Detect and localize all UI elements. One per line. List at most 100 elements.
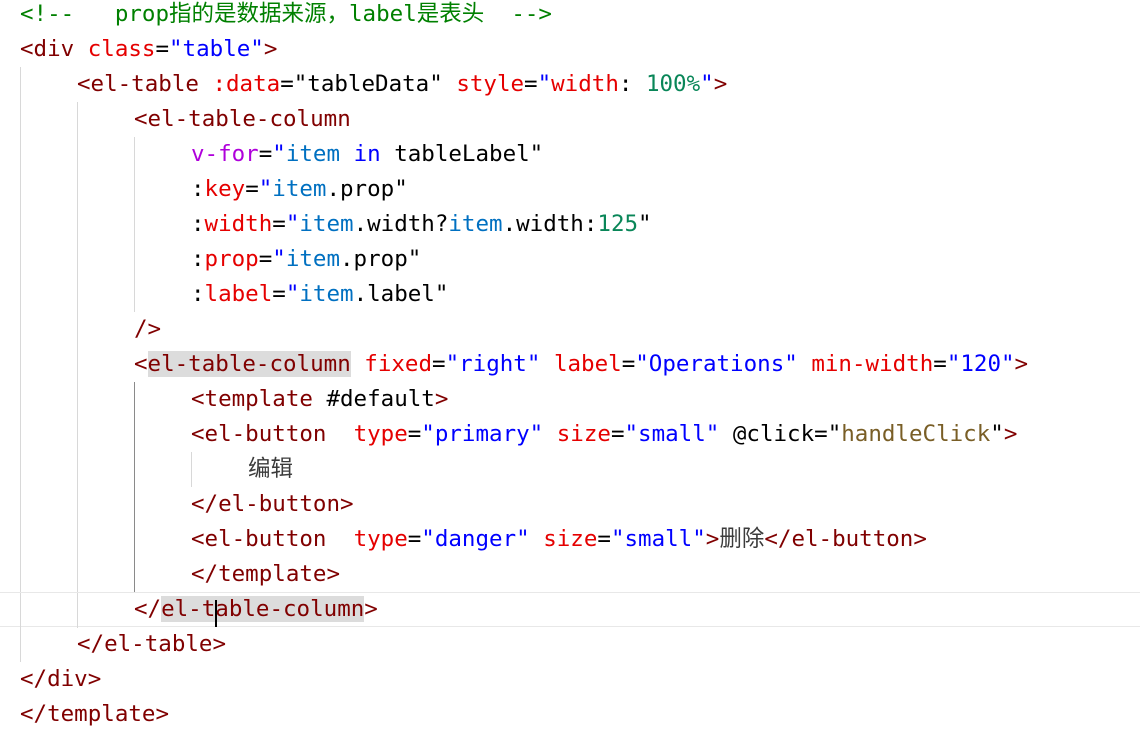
code-token: item bbox=[272, 176, 327, 202]
code-text: 编辑 bbox=[248, 452, 293, 487]
code-token: : bbox=[191, 211, 205, 237]
code-line[interactable]: </el-table> bbox=[0, 627, 1140, 662]
code-token: item bbox=[299, 281, 354, 307]
code-line[interactable]: /> bbox=[0, 312, 1140, 347]
code-line[interactable]: </el-button> bbox=[0, 487, 1140, 522]
code-line[interactable]: </div> bbox=[0, 662, 1140, 697]
indent-guide bbox=[77, 593, 78, 628]
indent-guide bbox=[191, 452, 192, 487]
code-text: /> bbox=[134, 312, 161, 347]
code-token: able-column bbox=[215, 596, 365, 627]
code-token: : bbox=[191, 281, 205, 307]
code-line[interactable]: </template> bbox=[0, 557, 1140, 592]
code-line[interactable]: </template> bbox=[0, 697, 1140, 732]
indent-guide bbox=[77, 207, 78, 242]
indent-guide bbox=[77, 102, 78, 137]
code-token: el-button bbox=[791, 526, 914, 552]
code-line[interactable]: <el-table-column bbox=[0, 102, 1140, 137]
code-token: < bbox=[191, 526, 205, 552]
code-text: <el-table :data="tableData" style="width… bbox=[77, 67, 727, 102]
code-text: <el-table-column fixed="right" label="Op… bbox=[134, 347, 1028, 382]
code-token: width bbox=[551, 71, 619, 97]
indent-guide bbox=[20, 242, 21, 277]
code-token: = bbox=[407, 526, 422, 552]
code-token: > bbox=[155, 701, 170, 727]
code-token: > bbox=[212, 631, 227, 657]
indent-guide bbox=[134, 207, 135, 242]
code-token: "danger" bbox=[421, 526, 530, 552]
indent-guide bbox=[77, 417, 78, 452]
code-token: prop指的是数据来源，label是表头 bbox=[74, 1, 485, 27]
code-token: = bbox=[272, 281, 286, 307]
code-token: el-table bbox=[104, 631, 213, 657]
code-token: " bbox=[407, 246, 422, 272]
code-line[interactable]: :width="item.width?item.width:125" bbox=[0, 207, 1140, 242]
code-line[interactable]: </el-table-column > bbox=[0, 592, 1140, 628]
code-token: el-table-column bbox=[147, 351, 351, 377]
code-line[interactable]: :label="item.label" bbox=[0, 277, 1140, 312]
code-text: <el-button type="primary" size="small" @… bbox=[191, 417, 1017, 452]
code-line[interactable]: v-for="item in tableLabel" bbox=[0, 137, 1140, 172]
code-line[interactable]: :key="item.prop" bbox=[0, 172, 1140, 207]
code-text: <!-- prop指的是数据来源，label是表头 --> bbox=[20, 0, 552, 32]
indent-guide bbox=[134, 137, 135, 172]
code-token: = bbox=[524, 71, 538, 97]
code-token: > bbox=[263, 36, 278, 62]
code-line[interactable]: <!-- prop指的是数据来源，label是表头 --> bbox=[0, 0, 1140, 32]
indent-guide bbox=[134, 487, 135, 522]
code-text: </template> bbox=[191, 557, 340, 592]
code-text: <template #default> bbox=[191, 382, 448, 417]
code-token: item bbox=[299, 211, 354, 237]
indent-guide bbox=[77, 557, 78, 592]
code-line[interactable]: <el-button type="primary" size="small" @… bbox=[0, 417, 1140, 452]
indent-guide bbox=[134, 382, 135, 417]
indent-guide bbox=[77, 137, 78, 172]
indent-guide bbox=[20, 277, 21, 312]
code-token: div bbox=[47, 666, 88, 692]
code-token: = bbox=[272, 211, 286, 237]
code-token: prop bbox=[204, 246, 259, 272]
code-token: "right" bbox=[445, 351, 541, 377]
code-token: .prop bbox=[340, 246, 408, 272]
code-line[interactable]: 编辑 bbox=[0, 452, 1140, 487]
code-line[interactable]: <el-button type="danger" size="small">删除… bbox=[0, 522, 1140, 557]
code-line[interactable]: <el-table :data="tableData" style="width… bbox=[0, 67, 1140, 102]
code-token: /> bbox=[134, 316, 162, 342]
code-token: class bbox=[87, 36, 156, 62]
code-token: " bbox=[272, 141, 286, 167]
code-editor[interactable]: <!-- prop指的是数据来源，label是表头 --> <div class=… bbox=[0, 0, 1140, 727]
indent-guide bbox=[77, 347, 78, 382]
code-token: "table" bbox=[169, 36, 264, 62]
code-text: :key="item.prop" bbox=[191, 172, 408, 207]
indent-guide bbox=[20, 67, 21, 102]
code-token: = bbox=[155, 36, 170, 62]
code-token: " bbox=[638, 211, 652, 237]
indent-guide bbox=[20, 417, 21, 452]
code-token: template bbox=[47, 701, 156, 727]
code-token: > bbox=[705, 526, 720, 552]
code-token: div bbox=[33, 36, 75, 62]
code-token: " bbox=[285, 211, 300, 237]
code-token: = bbox=[280, 71, 294, 97]
code-token: : bbox=[618, 71, 646, 97]
code-token: el-button bbox=[204, 526, 327, 552]
code-line[interactable]: <template #default> bbox=[0, 382, 1140, 417]
code-token: min-width bbox=[811, 351, 934, 377]
code-line[interactable]: <div class="table"> bbox=[0, 32, 1140, 67]
code-token: < bbox=[191, 386, 205, 412]
indent-guide bbox=[77, 312, 78, 347]
code-token: = bbox=[933, 351, 947, 377]
indent-guide bbox=[134, 522, 135, 557]
code-token: </ bbox=[20, 666, 48, 692]
code-token: " bbox=[285, 281, 300, 307]
code-line[interactable]: <el-table-column fixed="right" label="Op… bbox=[0, 347, 1140, 382]
code-line[interactable]: :prop="item.prop" bbox=[0, 242, 1140, 277]
indent-guide bbox=[20, 382, 21, 417]
indent-guide bbox=[77, 522, 78, 557]
